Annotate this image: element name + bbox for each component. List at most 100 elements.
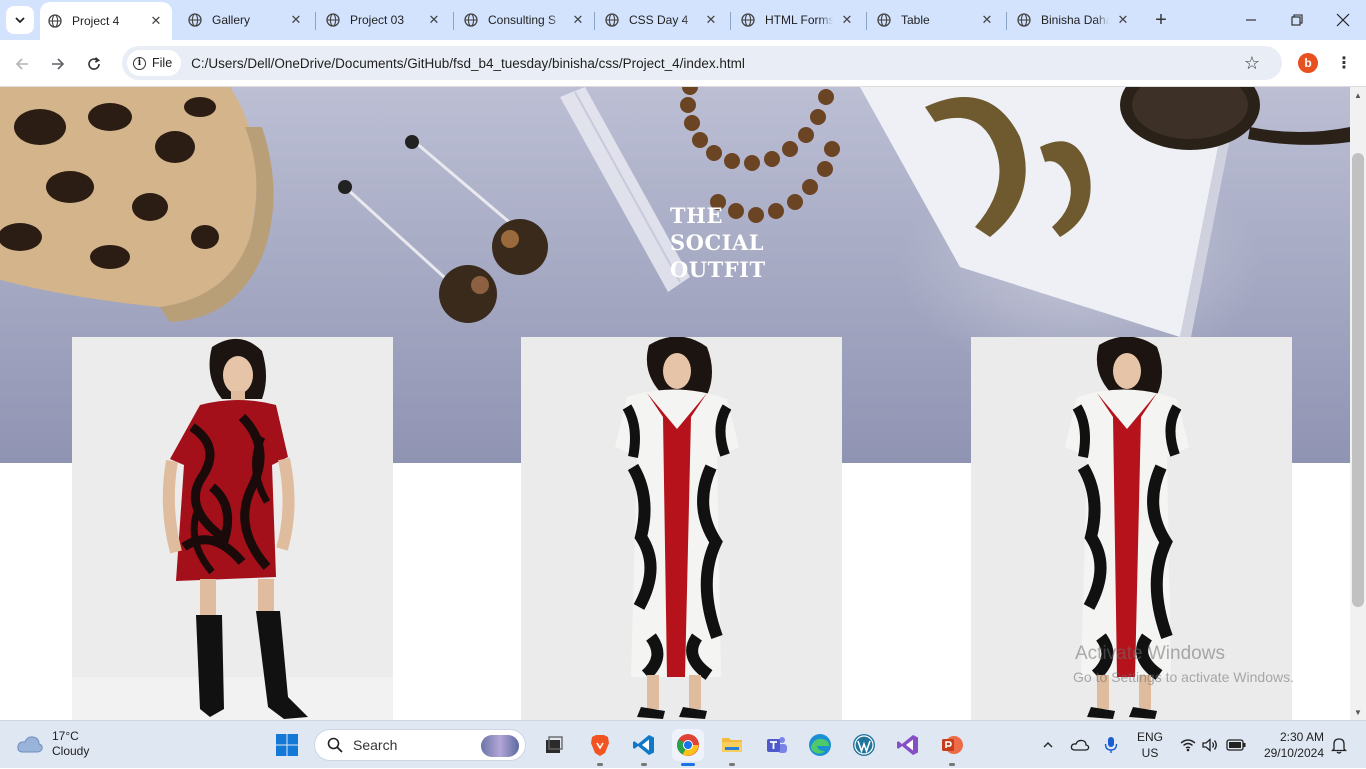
vertical-scrollbar[interactable]: ▲ ▼	[1350, 87, 1366, 720]
onedrive-cloud-icon[interactable]	[1068, 721, 1092, 769]
taskbar-app-chrome[interactable]	[672, 729, 704, 766]
tab-gallery[interactable]: Gallery ✕	[180, 4, 312, 36]
product-card[interactable]	[521, 337, 842, 720]
tab-table[interactable]: Table ✕	[869, 4, 1003, 36]
globe-icon	[188, 13, 202, 27]
globe-icon	[605, 13, 619, 27]
taskbar-app-visual-studio[interactable]	[892, 729, 924, 761]
windows-start-button[interactable]	[271, 729, 303, 761]
tab-label: Binisha Daha	[1041, 13, 1109, 27]
arrow-left-icon	[15, 58, 28, 70]
language-code: ENG	[1136, 730, 1163, 744]
volume-icon[interactable]	[1200, 721, 1220, 769]
running-indicator	[681, 763, 695, 766]
weather-widget[interactable]: 17°C Cloudy	[16, 729, 89, 759]
task-view-icon	[546, 736, 563, 753]
search-highlight-image	[481, 735, 519, 757]
clock-date: 29/10/2024	[1263, 746, 1324, 760]
tab-separator	[866, 12, 867, 30]
activate-windows-subtitle: Go to Settings to activate Windows.	[1073, 669, 1294, 685]
windows-logo-icon	[276, 734, 298, 756]
close-icon[interactable]: ✕	[979, 12, 995, 28]
chip-label: File	[152, 56, 173, 70]
site-info-chip[interactable]: i File	[127, 50, 182, 76]
taskbar-app-brave[interactable]	[584, 729, 616, 766]
close-icon[interactable]: ✕	[703, 12, 719, 28]
system-clock[interactable]: 2:30 AM 29/10/2024	[1256, 729, 1324, 761]
taskbar-app-teams[interactable]	[760, 729, 792, 761]
weather-temperature: 17°C	[52, 729, 79, 743]
language-indicator[interactable]: ENG US	[1134, 729, 1166, 761]
globe-icon	[326, 13, 340, 27]
teams-icon	[767, 737, 787, 753]
tab-project-03[interactable]: Project 03 ✕	[318, 4, 450, 36]
wordpress-icon	[853, 734, 875, 756]
product-image-red-dress	[72, 337, 393, 720]
minimize-button[interactable]	[1228, 0, 1274, 40]
chrome-icon	[677, 734, 699, 756]
tab-label: Project 03	[350, 13, 405, 27]
microphone-icon[interactable]	[1100, 721, 1122, 769]
bookmark-star-icon[interactable]: ☆	[1242, 53, 1262, 73]
tab-css-day-4[interactable]: CSS Day 4 ✕	[597, 4, 727, 36]
profile-avatar[interactable]: b	[1298, 53, 1318, 73]
close-icon[interactable]: ✕	[570, 12, 586, 28]
url-text[interactable]: C:/Users/Dell/OneDrive/Documents/GitHub/…	[191, 56, 745, 71]
reload-button[interactable]	[80, 50, 108, 78]
taskbar-app-wordpress[interactable]	[848, 729, 880, 761]
close-icon[interactable]: ✕	[426, 12, 442, 28]
search-icon	[327, 737, 343, 753]
taskbar-app-file-explorer[interactable]	[716, 729, 748, 766]
restore-icon	[1291, 14, 1303, 26]
brave-icon	[591, 735, 609, 756]
new-tab-button[interactable]: +	[1150, 8, 1172, 32]
task-view-button[interactable]	[538, 729, 570, 761]
close-icon[interactable]: ✕	[1115, 12, 1131, 28]
globe-icon	[741, 13, 755, 27]
close-icon[interactable]: ✕	[148, 13, 164, 29]
battery-icon[interactable]	[1224, 721, 1248, 769]
clock-time: 2:30 AM	[1279, 730, 1324, 744]
close-icon	[1336, 13, 1350, 27]
tab-label: Consulting S	[488, 13, 557, 27]
close-icon[interactable]: ✕	[288, 12, 304, 28]
product-card[interactable]	[72, 337, 393, 720]
forward-button[interactable]	[44, 50, 72, 78]
browser-toolbar: i File C:/Users/Dell/OneDrive/Documents/…	[0, 40, 1366, 87]
reload-icon	[88, 57, 101, 70]
vscode-icon	[633, 735, 654, 755]
address-bar[interactable]: i File C:/Users/Dell/OneDrive/Documents/…	[122, 46, 1282, 80]
brand-title: THE SOCIAL OUTFIT	[670, 203, 766, 282]
product-image-maxi-dress	[521, 337, 842, 720]
close-window-button[interactable]	[1320, 0, 1366, 40]
tab-project-4[interactable]: Project 4 ✕	[40, 2, 172, 40]
taskbar-search-box[interactable]: Search	[314, 729, 526, 761]
restore-button[interactable]	[1274, 0, 1320, 40]
show-hidden-icons-chevron-icon[interactable]	[1038, 721, 1058, 769]
menu-kebab-icon[interactable]: ⋮	[1334, 52, 1354, 74]
tab-label: HTML Forms	[765, 13, 833, 27]
back-button[interactable]	[8, 50, 36, 78]
chevron-down-icon	[15, 17, 25, 24]
close-icon[interactable]: ✕	[839, 12, 855, 28]
tab-html-forms[interactable]: HTML Forms ✕	[733, 4, 863, 36]
taskbar-app-vscode[interactable]	[628, 729, 660, 766]
tab-separator	[1006, 12, 1007, 30]
taskbar-app-powerpoint[interactable]	[936, 729, 968, 766]
notification-bell-icon[interactable]	[1328, 721, 1350, 769]
wifi-icon[interactable]	[1178, 721, 1198, 769]
tab-label: Project 4	[72, 14, 120, 28]
page-viewport: THE SOCIAL OUTFIT Activate Windows Go to…	[0, 87, 1350, 720]
sunglasses-image	[1120, 87, 1350, 150]
running-indicator	[729, 763, 735, 766]
tab-search-button[interactable]	[6, 6, 34, 34]
taskbar-app-edge[interactable]	[804, 729, 836, 761]
scroll-up-arrow-icon[interactable]: ▲	[1350, 87, 1366, 103]
tab-label: Table	[901, 13, 930, 27]
tab-binisha[interactable]: Binisha Daha ✕	[1009, 4, 1139, 36]
globe-icon	[877, 13, 891, 27]
scroll-thumb[interactable]	[1352, 153, 1364, 607]
tab-consulting[interactable]: Consulting S ✕	[456, 4, 594, 36]
scroll-down-arrow-icon[interactable]: ▼	[1350, 704, 1366, 720]
cloud-icon	[17, 736, 43, 753]
